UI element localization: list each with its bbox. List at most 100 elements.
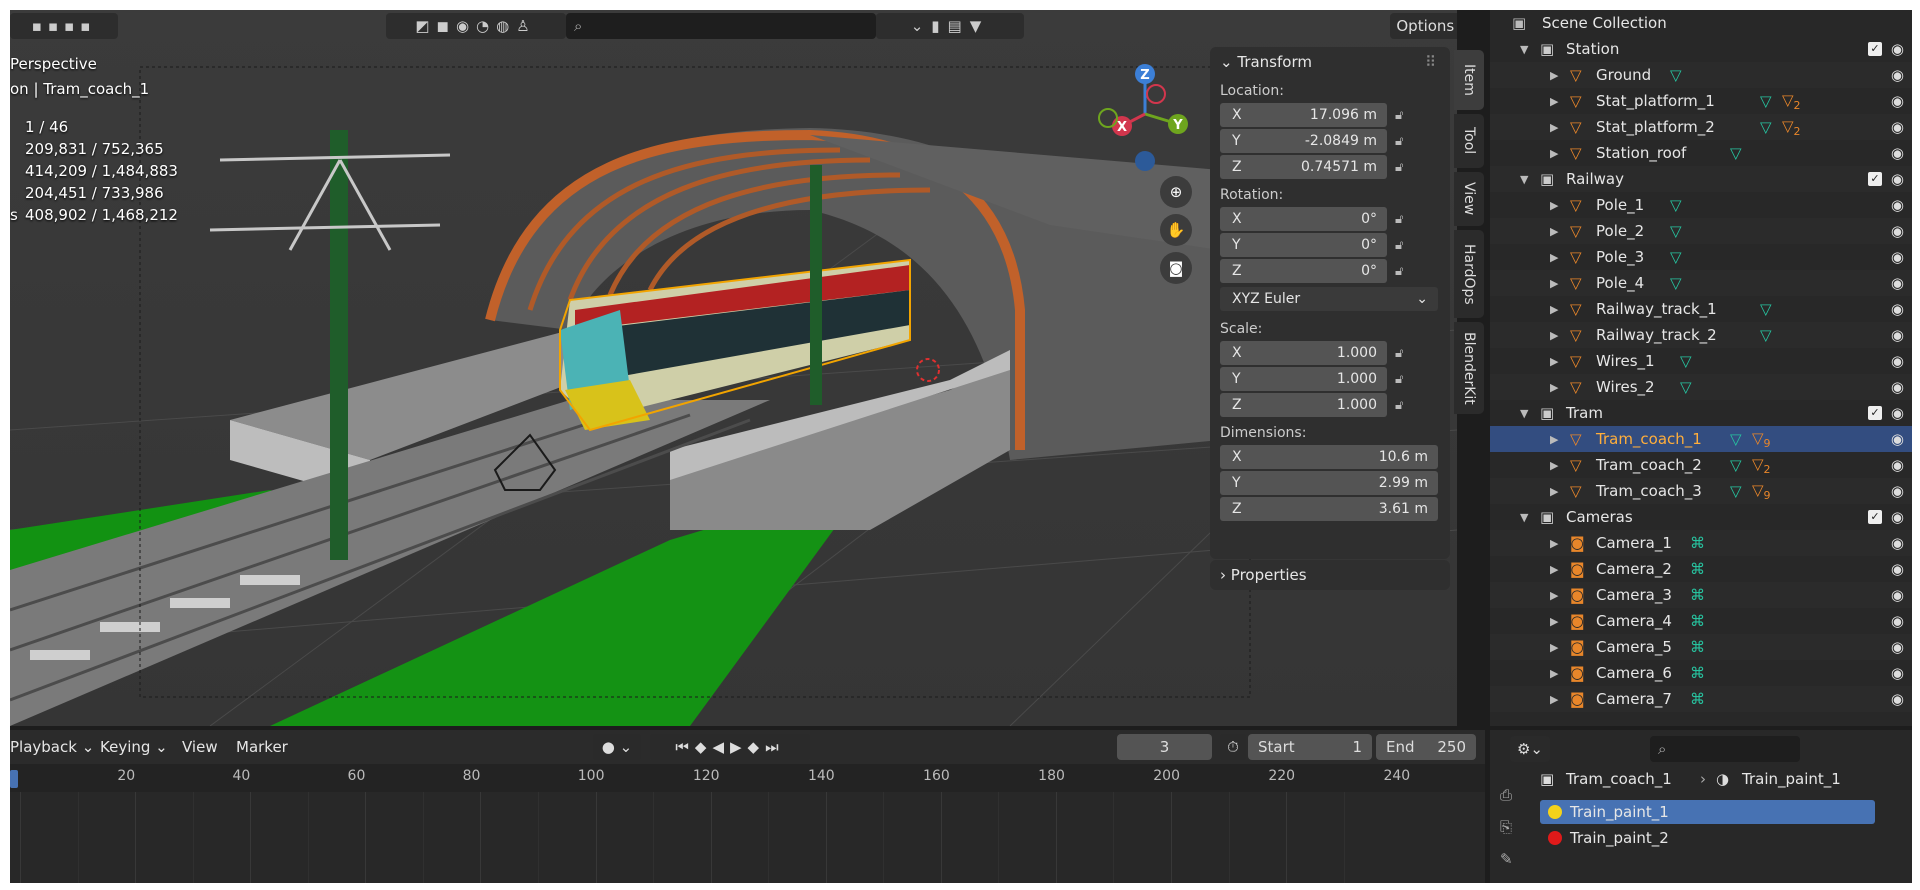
scene-collection-row[interactable]: ▣ Scene Collection	[1490, 10, 1912, 36]
current-frame-field[interactable]: 3	[1117, 734, 1212, 760]
exclude-checkbox[interactable]: ✓	[1868, 406, 1882, 420]
outliner-row-camera-5[interactable]: ▶ ◙ Camera_5 ⌘ ◉	[1490, 634, 1912, 660]
mesh-data-icon[interactable]: ▽	[1670, 248, 1682, 266]
location-z-field[interactable]: Z 0.74571 m	[1220, 155, 1387, 179]
start-frame-field[interactable]: Start 1	[1248, 734, 1372, 760]
outliner-row-camera-1[interactable]: ▶ ◙ Camera_1 ⌘ ◉	[1490, 530, 1912, 556]
outliner-row-station[interactable]: ▼ ▣ Station ✓ ◉	[1490, 36, 1912, 62]
outliner-row-camera-2[interactable]: ▶ ◙ Camera_2 ⌘ ◉	[1490, 556, 1912, 582]
visibility-eye-icon[interactable]: ◉	[1891, 690, 1904, 708]
outliner-row-wires-1[interactable]: ▶ ▽ Wires_1 ▽ ◉	[1490, 348, 1912, 374]
visibility-eye-icon[interactable]: ◉	[1891, 196, 1904, 214]
exclude-checkbox[interactable]: ✓	[1868, 172, 1882, 186]
tab-view[interactable]: View	[1454, 172, 1484, 226]
expand-arrow-icon[interactable]: ▶	[1550, 225, 1558, 238]
render-icon[interactable]: ⎙	[1500, 786, 1512, 804]
expand-arrow-icon[interactable]: ▶	[1550, 693, 1558, 706]
outliner-row-station-roof[interactable]: ▶ ▽ Station_roof ▽ ◉	[1490, 140, 1912, 166]
properties-search-input[interactable]: ⌕	[1650, 736, 1800, 762]
expand-arrow-icon[interactable]: ▶	[1550, 459, 1558, 472]
visibility-eye-icon[interactable]: ◉	[1891, 248, 1904, 266]
outliner-row-ground[interactable]: ▶ ▽ Ground ▽ ◉	[1490, 62, 1912, 88]
expand-arrow-icon[interactable]: ▶	[1550, 381, 1558, 394]
outliner-row-tram-coach-1[interactable]: ▶ ▽ Tram_coach_1 ▽ ▽9 ◉	[1490, 426, 1912, 452]
visibility-eye-icon[interactable]: ◉	[1891, 326, 1904, 344]
visibility-eye-icon[interactable]: ◉	[1891, 118, 1904, 136]
expand-arrow-icon[interactable]: ▶	[1550, 199, 1558, 212]
drag-handle-icon[interactable]: ⠿	[1425, 53, 1436, 71]
exclude-checkbox[interactable]: ✓	[1868, 510, 1882, 524]
expand-arrow-icon[interactable]: ▶	[1550, 95, 1558, 108]
outliner-row-camera-6[interactable]: ▶ ◙ Camera_6 ⌘ ◉	[1490, 660, 1912, 686]
rotation-mode-dropdown[interactable]: XYZ Euler ⌄	[1220, 287, 1438, 311]
mesh-data-icon[interactable]: ▽	[1670, 196, 1682, 214]
outliner-row-tram-coach-3[interactable]: ▶ ▽ Tram_coach_3 ▽ ▽9 ◉	[1490, 478, 1912, 504]
mesh-data-icon[interactable]: ▽	[1760, 300, 1772, 318]
outliner-row-camera-3[interactable]: ▶ ◙ Camera_3 ⌘ ◉	[1490, 582, 1912, 608]
expand-arrow-icon[interactable]: ▶	[1550, 355, 1558, 368]
visibility-eye-icon[interactable]: ◉	[1891, 170, 1904, 188]
expand-arrow-icon[interactable]: ▶	[1550, 251, 1558, 264]
expand-arrow-icon[interactable]: ▶	[1550, 433, 1558, 446]
record-button[interactable]: ● ⌄	[593, 734, 641, 760]
exclude-checkbox[interactable]: ✓	[1868, 42, 1882, 56]
mesh-data-icon[interactable]: ▽	[1760, 118, 1772, 136]
expand-arrow-icon[interactable]: ▶	[1550, 121, 1558, 134]
location-y-field[interactable]: Y -2.0849 m	[1220, 129, 1387, 153]
keying-menu[interactable]: Keying ⌄	[100, 738, 168, 756]
tab-item[interactable]: Item	[1454, 50, 1484, 110]
visibility-eye-icon[interactable]: ◉	[1891, 664, 1904, 682]
mesh-data-icon[interactable]: ▽	[1680, 352, 1692, 370]
mesh-data-icon[interactable]: ▽	[1670, 274, 1682, 292]
viewport-shading-buttons[interactable]: ◩◼◉◔◍♙	[386, 13, 566, 39]
playback-controls[interactable]: ⏮◆◀▶◆⏭	[650, 734, 810, 760]
outliner-row-cameras[interactable]: ▼ ▣ Cameras ✓ ◉	[1490, 504, 1912, 530]
visibility-eye-icon[interactable]: ◉	[1891, 300, 1904, 318]
outliner-row-railway[interactable]: ▼ ▣ Railway ✓ ◉	[1490, 166, 1912, 192]
mesh-data-icon[interactable]: ▽	[1730, 456, 1742, 474]
outliner-row-stat-platform-2[interactable]: ▶ ▽ Stat_platform_2 ▽ ▽2 ◉	[1490, 114, 1912, 140]
material-slot-1[interactable]: Train_paint_1	[1540, 800, 1875, 824]
outliner-row-stat-platform-1[interactable]: ▶ ▽ Stat_platform_1 ▽ ▽2 ◉	[1490, 88, 1912, 114]
outliner-row-camera-7[interactable]: ▶ ◙ Camera_7 ⌘ ◉	[1490, 686, 1912, 712]
lock-icon[interactable]: 🔓︎	[1395, 134, 1403, 149]
marker-menu[interactable]: Marker	[236, 738, 288, 756]
visibility-eye-icon[interactable]: ◉	[1891, 456, 1904, 474]
editor-type-button[interactable]: ⚙⌄	[1510, 736, 1550, 762]
lock-icon[interactable]: 🔓︎	[1395, 398, 1403, 413]
visibility-eye-icon[interactable]: ◉	[1891, 612, 1904, 630]
scale-z-field[interactable]: Z 1.000	[1220, 393, 1387, 417]
tab-tool[interactable]: Tool	[1454, 114, 1484, 168]
zoom-icon[interactable]: ⊕	[1160, 176, 1192, 208]
playhead[interactable]	[10, 770, 18, 788]
modifier-stack-icon[interactable]: ▽2	[1782, 117, 1801, 138]
visibility-eye-icon[interactable]: ◉	[1891, 40, 1904, 58]
view-menu[interactable]: View	[182, 738, 218, 756]
navigation-gizmo[interactable]: Z Y X	[1090, 56, 1200, 176]
visibility-eye-icon[interactable]: ◉	[1891, 430, 1904, 448]
viewport-filter-buttons[interactable]: ⌄▮▤▼	[876, 13, 1024, 39]
visibility-eye-icon[interactable]: ◉	[1891, 144, 1904, 162]
lock-icon[interactable]: 🔓︎	[1395, 372, 1403, 387]
expand-arrow-icon[interactable]: ▶	[1550, 667, 1558, 680]
camera-data-icon[interactable]: ⌘	[1690, 690, 1705, 708]
outliner-row-railway-track-1[interactable]: ▶ ▽ Railway_track_1 ▽ ◉	[1490, 296, 1912, 322]
outliner-row-pole-3[interactable]: ▶ ▽ Pole_3 ▽ ◉	[1490, 244, 1912, 270]
rotation-z-field[interactable]: Z 0°	[1220, 259, 1387, 283]
expand-arrow-icon[interactable]: ▶	[1550, 277, 1558, 290]
visibility-eye-icon[interactable]: ◉	[1891, 534, 1904, 552]
visibility-eye-icon[interactable]: ◉	[1891, 482, 1904, 500]
lock-icon[interactable]: 🔓︎	[1395, 160, 1403, 175]
outliner-row-railway-track-2[interactable]: ▶ ▽ Railway_track_2 ▽ ◉	[1490, 322, 1912, 348]
viewport-search-input[interactable]: ⌕	[566, 13, 876, 39]
mesh-data-icon[interactable]: ▽	[1730, 430, 1742, 448]
outliner-row-tram[interactable]: ▼ ▣ Tram ✓ ◉	[1490, 400, 1912, 426]
modifier-stack-icon[interactable]: ▽2	[1752, 455, 1771, 476]
outliner[interactable]: ▣ Scene Collection ▼ ▣ Station ✓ ◉ ▶ ▽ Ground ▽ ◉…	[1490, 10, 1912, 726]
outliner-row-pole-1[interactable]: ▶ ▽ Pole_1 ▽ ◉	[1490, 192, 1912, 218]
mesh-data-icon[interactable]: ▽	[1760, 92, 1772, 110]
visibility-eye-icon[interactable]: ◉	[1891, 66, 1904, 84]
collapse-arrow-icon[interactable]: ▼	[1520, 407, 1528, 420]
tab-hardops[interactable]: HardOps	[1454, 230, 1484, 318]
lock-icon[interactable]: 🔓︎	[1395, 264, 1403, 279]
